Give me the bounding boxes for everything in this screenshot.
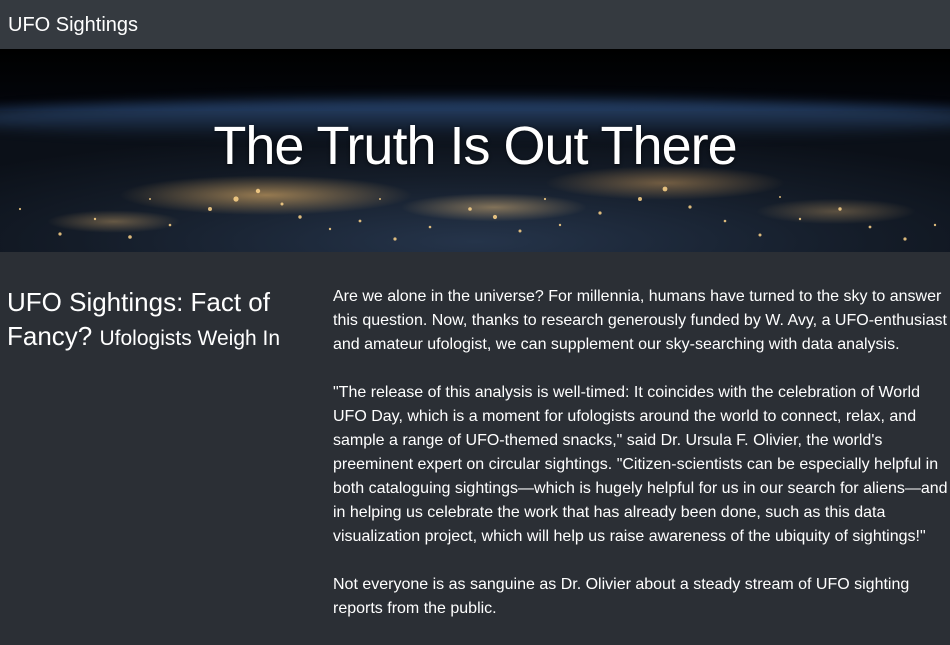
main-content: UFO Sightings: Fact of Fancy? Ufologists… <box>0 252 950 617</box>
navbar-brand-link[interactable]: UFO Sightings <box>8 15 138 35</box>
article-paragraph: "The release of this analysis is well-ti… <box>333 384 948 545</box>
hero-banner: The Truth Is Out There <box>0 49 950 252</box>
article-paragraph: Are we alone in the universe? For millen… <box>333 288 947 353</box>
article-heading: UFO Sightings: Fact of Fancy? Ufologists… <box>7 285 307 356</box>
navbar: UFO Sightings <box>0 0 950 49</box>
article-heading-subtitle: Ufologists Weigh In <box>99 327 281 350</box>
article-body: Are we alone in the universe? For millen… <box>333 285 950 645</box>
hero-title: The Truth Is Out There <box>213 116 737 176</box>
article-paragraph: Not everyone is as sanguine as Dr. Olivi… <box>333 576 910 617</box>
